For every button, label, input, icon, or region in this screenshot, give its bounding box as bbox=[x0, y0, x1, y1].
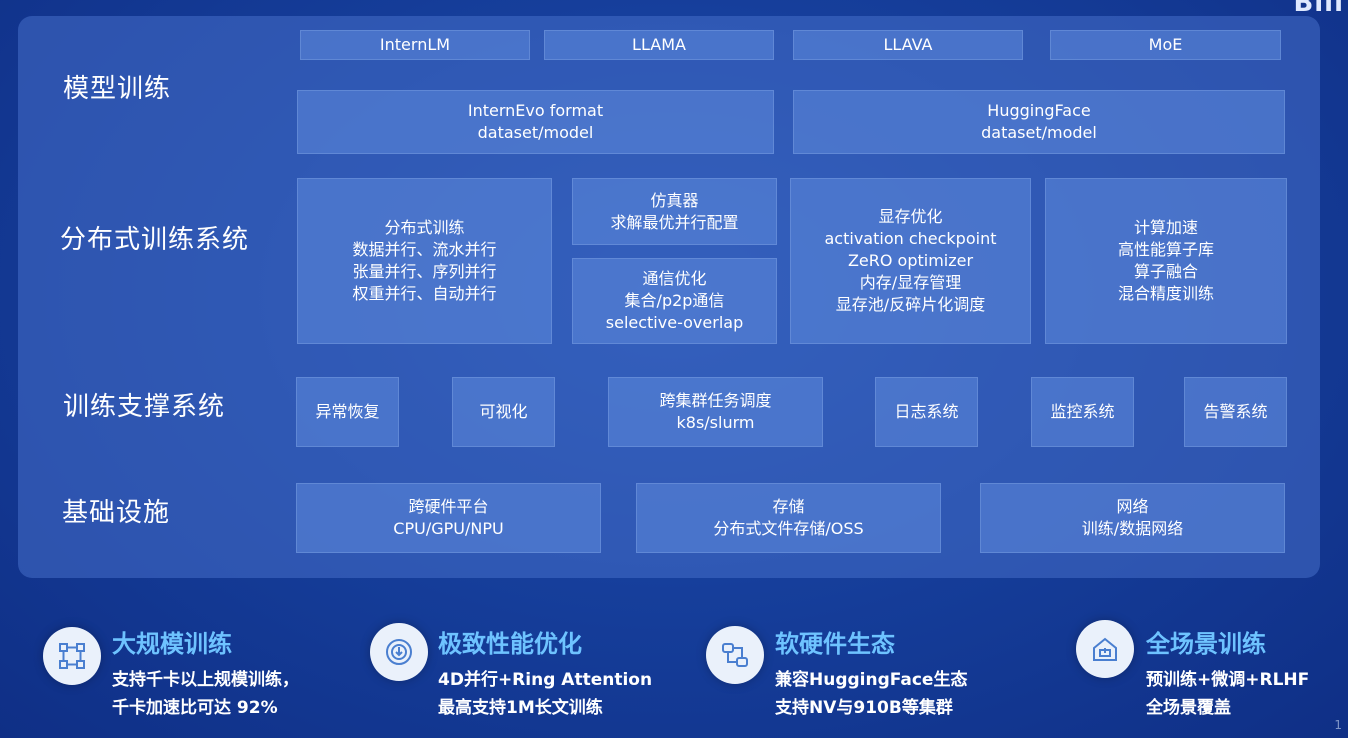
feature-title-full-scene: 全场景训练 bbox=[1146, 630, 1266, 658]
box-simulator: 仿真器 求解最优并行配置 bbox=[572, 178, 777, 245]
feature-desc-ecosystem-2: 支持NV与910B等集群 bbox=[775, 698, 953, 718]
box-network: 网络 训练/数据网络 bbox=[980, 483, 1285, 553]
box-distributed-parallel: 分布式训练 数据并行、流水并行 张量并行、序列并行 权重并行、自动并行 bbox=[297, 178, 552, 344]
feature-title-large-scale: 大规模训练 bbox=[112, 630, 232, 658]
feature-desc-ecosystem-1: 兼容HuggingFace生态 bbox=[775, 670, 968, 690]
box-exception-recovery: 异常恢复 bbox=[296, 377, 399, 447]
model-internlm: InternLM bbox=[300, 30, 530, 60]
box-memory-optimization: 显存优化 activation checkpoint ZeRO optimize… bbox=[790, 178, 1031, 344]
box-compute-acceleration: 计算加速 高性能算子库 算子融合 混合精度训练 bbox=[1045, 178, 1287, 344]
speed-gauge-icon bbox=[370, 623, 428, 681]
box-cross-cluster-scheduling: 跨集群任务调度 k8s/slurm bbox=[608, 377, 823, 447]
format-internevo: InternEvo format dataset/model bbox=[297, 90, 774, 154]
ecosystem-link-icon bbox=[706, 626, 764, 684]
feature-desc-full-scene-2: 全场景覆盖 bbox=[1146, 698, 1231, 718]
row-label-support: 训练支撑系统 bbox=[63, 392, 226, 422]
row-label-distributed: 分布式训练系统 bbox=[60, 225, 250, 255]
feature-desc-full-scene-1: 预训练+微调+RLHF bbox=[1146, 670, 1310, 690]
box-alert-system: 告警系统 bbox=[1184, 377, 1287, 447]
box-visualization: 可视化 bbox=[452, 377, 555, 447]
feature-desc-large-scale-2: 千卡加速比可达 92% bbox=[112, 698, 278, 718]
row-label-model-training: 模型训练 bbox=[63, 74, 172, 104]
box-monitor-system: 监控系统 bbox=[1031, 377, 1134, 447]
box-cross-hardware: 跨硬件平台 CPU/GPU/NPU bbox=[296, 483, 601, 553]
model-moe: MoE bbox=[1050, 30, 1281, 60]
row-label-infrastructure: 基础设施 bbox=[62, 498, 171, 528]
model-llava: LLAVA bbox=[793, 30, 1023, 60]
house-scene-icon bbox=[1076, 620, 1134, 678]
format-huggingface: HuggingFace dataset/model bbox=[793, 90, 1285, 154]
model-llama: LLAMA bbox=[544, 30, 774, 60]
network-nodes-icon bbox=[43, 627, 101, 685]
box-log-system: 日志系统 bbox=[875, 377, 978, 447]
feature-desc-performance-2: 最高支持1M长文训练 bbox=[438, 698, 603, 718]
box-comm-optimization: 通信优化 集合/p2p通信 selective-overlap bbox=[572, 258, 777, 344]
feature-desc-performance-1: 4D并行+Ring Attention bbox=[438, 670, 653, 690]
box-storage: 存储 分布式文件存储/OSS bbox=[636, 483, 941, 553]
feature-title-ecosystem: 软硬件生态 bbox=[775, 630, 895, 658]
page-number: 1 bbox=[1334, 718, 1342, 732]
feature-title-performance: 极致性能优化 bbox=[438, 630, 582, 658]
feature-desc-large-scale-1: 支持千卡以上规模训练， bbox=[112, 670, 299, 690]
